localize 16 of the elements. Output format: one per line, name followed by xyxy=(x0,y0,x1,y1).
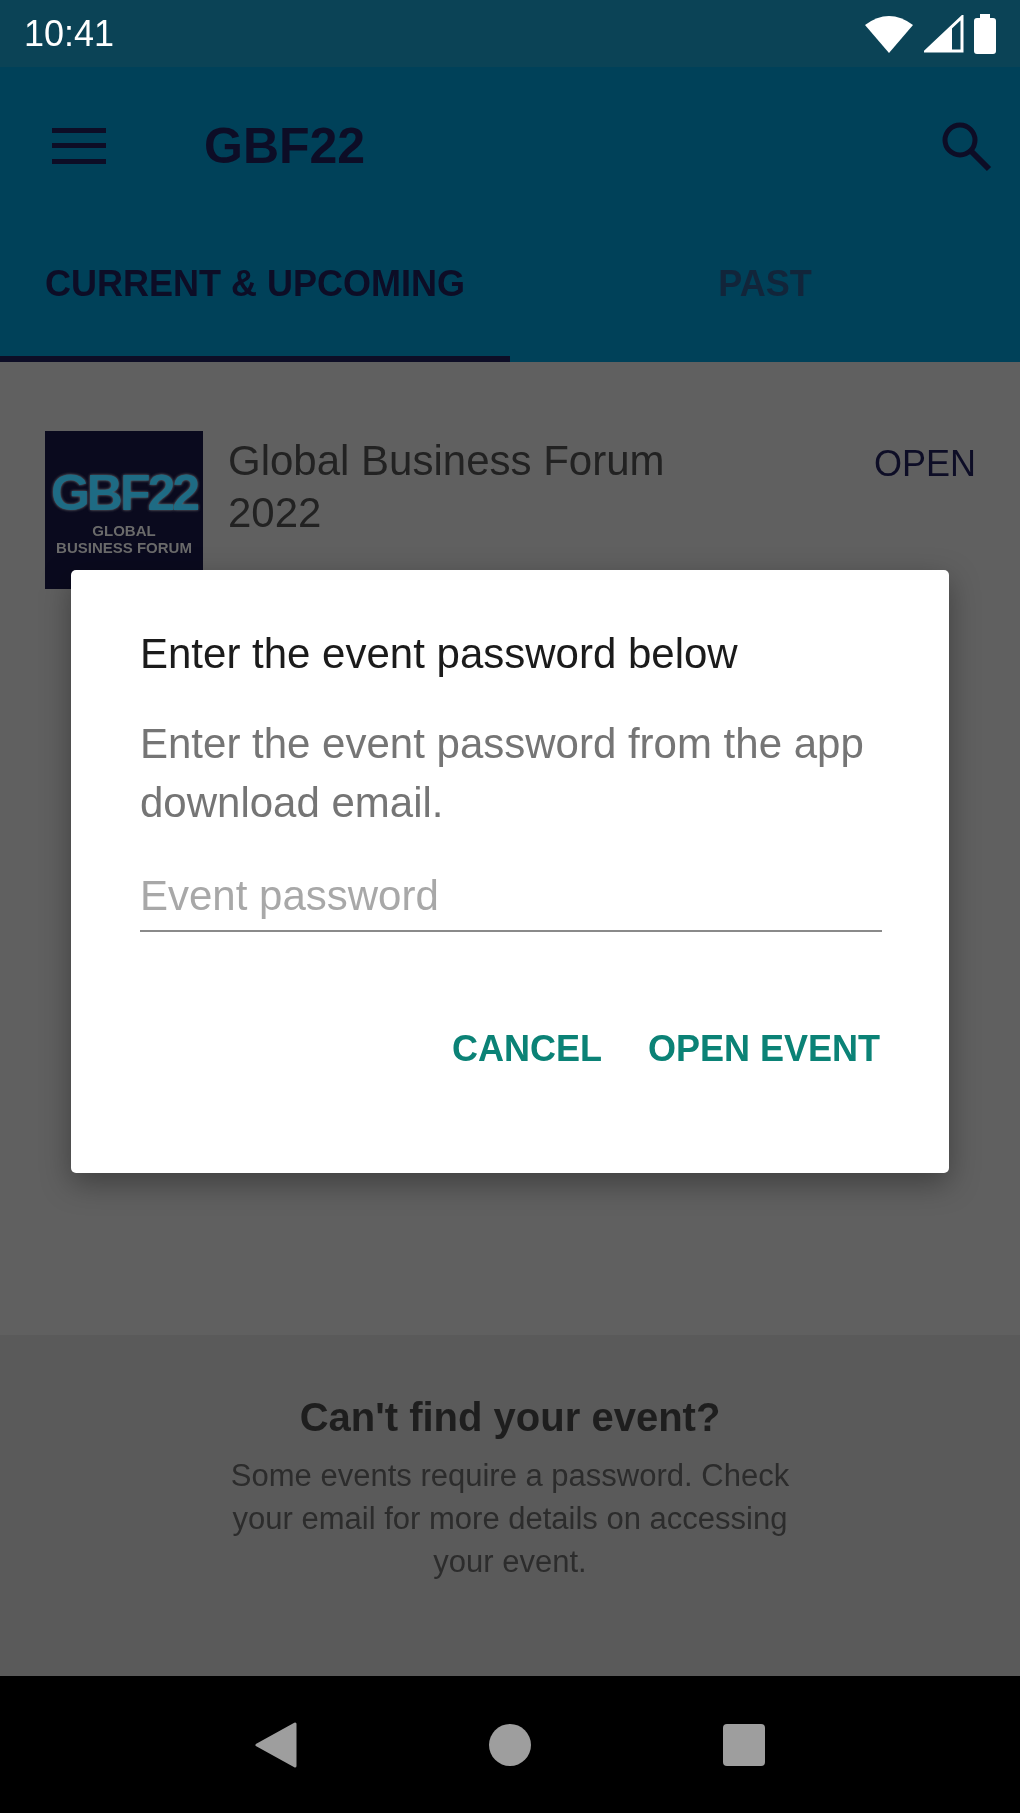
wifi-icon xyxy=(864,14,914,53)
clock-time: 10:41 xyxy=(24,12,115,55)
event-title: Global Business Forum 2022 xyxy=(228,436,666,538)
dialog-title: Enter the event password below xyxy=(140,630,739,678)
open-link[interactable]: OPEN xyxy=(873,443,976,485)
back-icon[interactable] xyxy=(255,1721,297,1768)
dialog-button[interactable]: OPEN EVENT xyxy=(635,1018,892,1080)
footer-title: Can't find your event? xyxy=(299,1395,721,1440)
logo-caption: GLOBAL BUSINESS FORUM xyxy=(55,522,193,556)
dialog-button[interactable]: CANCEL xyxy=(439,1018,614,1080)
home-icon[interactable] xyxy=(489,1723,531,1766)
logo-mark: GBF22 xyxy=(50,464,198,522)
recents-icon[interactable] xyxy=(723,1723,765,1766)
battery-icon xyxy=(974,13,996,54)
signal-icon xyxy=(924,14,964,53)
dialog-message: Enter the event password from the app download email. xyxy=(140,719,865,828)
